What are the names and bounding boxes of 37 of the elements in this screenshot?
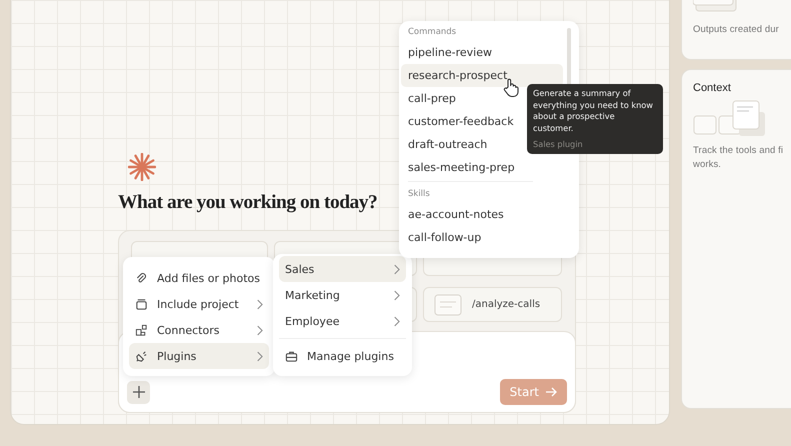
menu-item[interactable]: Add files or photos <box>129 265 269 291</box>
suggestion-card[interactable]: /analyze-calls <box>423 287 562 322</box>
card-description: Track the tools and fi works. <box>693 144 784 172</box>
command-item[interactable]: ae-account-notes <box>401 203 563 226</box>
add-button[interactable] <box>127 380 150 404</box>
arrow-icon <box>545 387 557 397</box>
card-description: Outputs created dur <box>693 23 780 37</box>
card-title: Context <box>693 82 732 94</box>
tray-icon <box>135 298 148 310</box>
command-item[interactable]: sales-meeting-prep <box>401 156 563 179</box>
toolbox-icon <box>285 350 298 362</box>
page-heading: What are you working on today? <box>118 192 378 214</box>
command-item[interactable]: call-follow-up <box>401 226 563 249</box>
menu-item[interactable]: Manage plugins <box>279 343 406 369</box>
menu-item[interactable]: Include project <box>129 291 269 317</box>
suggestion-label: /analyze-calls <box>472 299 540 310</box>
tooltip-text: Generate a summary of everything you need to know about a prospective customer. <box>533 88 654 134</box>
plug-icon <box>135 350 148 362</box>
section-heading: Skills <box>407 188 431 201</box>
paperclip-icon <box>135 272 148 284</box>
documents-icon <box>693 100 767 138</box>
document-icon <box>434 294 462 316</box>
chevron-icon <box>393 290 400 300</box>
menu-item[interactable]: Plugins <box>129 343 269 369</box>
tooltip-source: Sales plugin <box>533 139 584 149</box>
menu-item[interactable]: Connectors <box>129 317 269 343</box>
chevron-icon <box>393 316 400 326</box>
menu-item[interactable]: Employee <box>279 308 406 334</box>
plus-icon <box>132 385 146 399</box>
command-item[interactable]: pipeline-review <box>401 41 563 64</box>
asterisk-logo <box>128 153 156 181</box>
section-heading: Commands <box>407 26 458 39</box>
grid-icon <box>135 324 148 336</box>
menu-item[interactable]: Sales <box>279 256 406 282</box>
menu-item[interactable]: Marketing <box>279 282 406 308</box>
chevron-icon <box>393 264 400 274</box>
command-item[interactable]: research-prospect <box>401 64 563 87</box>
